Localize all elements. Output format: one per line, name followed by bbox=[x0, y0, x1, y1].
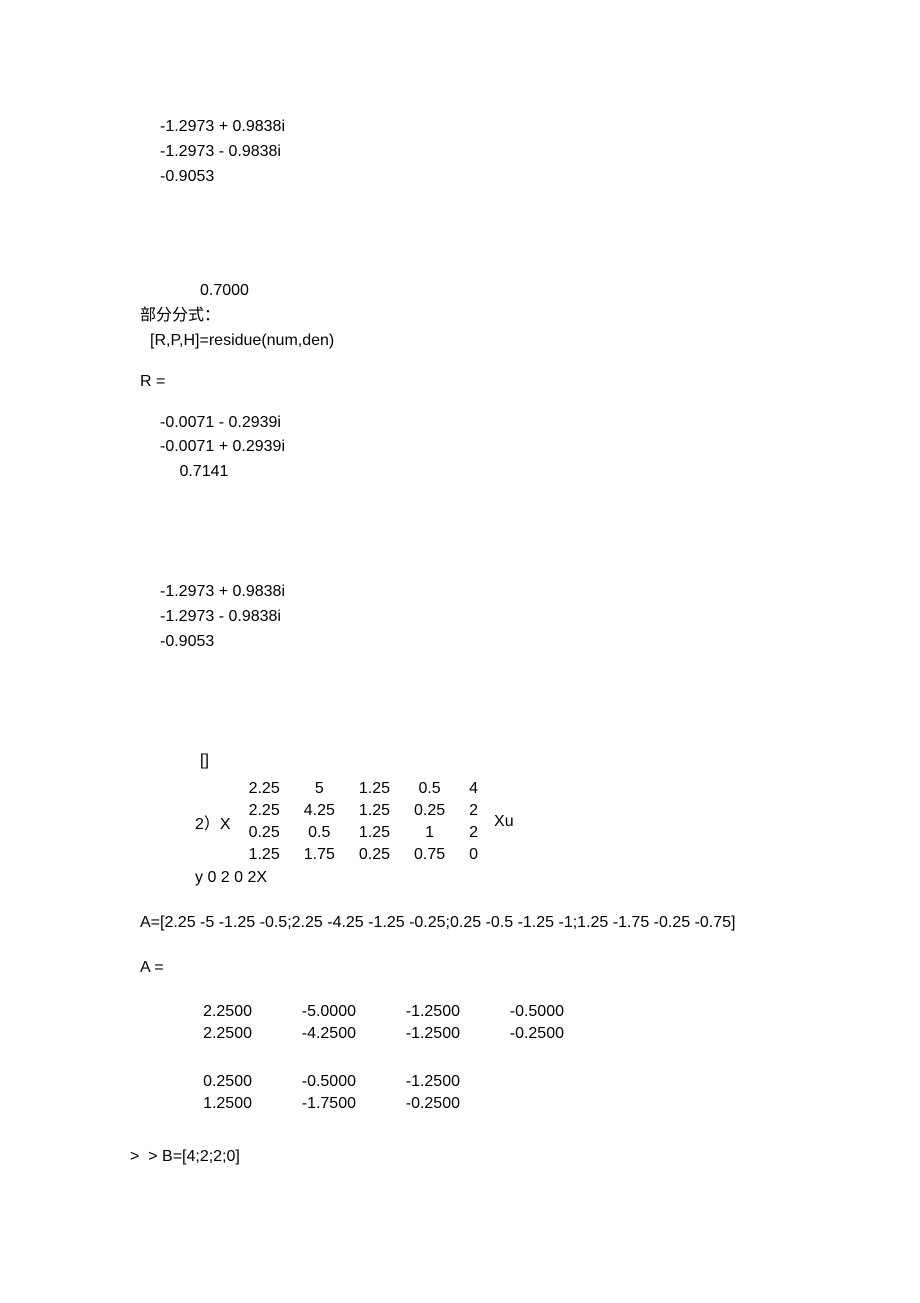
A-assignment: A=[2.25 -5 -1.25 -0.5;2.25 -4.25 -1.25 -… bbox=[0, 911, 920, 936]
empty-brackets: [] bbox=[0, 749, 920, 774]
table-row: 0.25 0.5 1.25 1 2 bbox=[237, 822, 490, 844]
matrix-right-label: Xu bbox=[494, 813, 514, 831]
B-assignment: > > B=[4;2;2;0] bbox=[0, 1145, 920, 1170]
P-value-3: -0.9053 bbox=[0, 630, 920, 655]
matrix-table: 2.25 5 1.25 0.5 4 2.25 4.25 1.25 0.25 2 … bbox=[237, 778, 490, 866]
matrix-index-label: 2）X bbox=[195, 810, 231, 834]
matrix-block: 2）X 2.25 5 1.25 0.5 4 2.25 4.25 1.25 0.2… bbox=[0, 778, 920, 866]
table-row: 2.25 4.25 1.25 0.25 2 bbox=[237, 800, 490, 822]
top-value-1: -1.2973 + 0.9838i bbox=[0, 115, 920, 140]
table-row: 2.2500 -5.0000 -1.2500 -0.5000 bbox=[170, 1001, 586, 1023]
isolated-value: 0.7000 bbox=[0, 279, 920, 304]
R-value-3: 0.7141 bbox=[0, 460, 920, 485]
y-line: y 0 2 0 2X bbox=[0, 866, 920, 891]
A-label: A = bbox=[0, 956, 920, 981]
partial-fraction-label: 部分分式： bbox=[0, 304, 920, 329]
R-value-1: -0.0071 - 0.2939i bbox=[0, 411, 920, 436]
top-value-3: -0.9053 bbox=[0, 165, 920, 190]
R-label: R = bbox=[0, 370, 920, 395]
P-value-1: -1.2973 + 0.9838i bbox=[0, 580, 920, 605]
table-row: 2.2500 -4.2500 -1.2500 -0.2500 bbox=[170, 1023, 586, 1045]
A-matrix-table: 2.2500 -5.0000 -1.2500 -0.5000 2.2500 -4… bbox=[170, 1001, 586, 1115]
table-row: 0.2500 -0.5000 -1.2500 bbox=[170, 1071, 586, 1093]
top-value-2: -1.2973 - 0.9838i bbox=[0, 140, 920, 165]
table-row: 1.2500 -1.7500 -0.2500 bbox=[170, 1093, 586, 1115]
residue-call: [R,P,H]=residue(num,den) bbox=[0, 329, 920, 354]
table-row: 1.25 1.75 0.25 0.75 0 bbox=[237, 844, 490, 866]
P-value-2: -1.2973 - 0.9838i bbox=[0, 605, 920, 630]
R-value-2: -0.0071 + 0.2939i bbox=[0, 435, 920, 460]
table-row: 2.25 5 1.25 0.5 4 bbox=[237, 778, 490, 800]
